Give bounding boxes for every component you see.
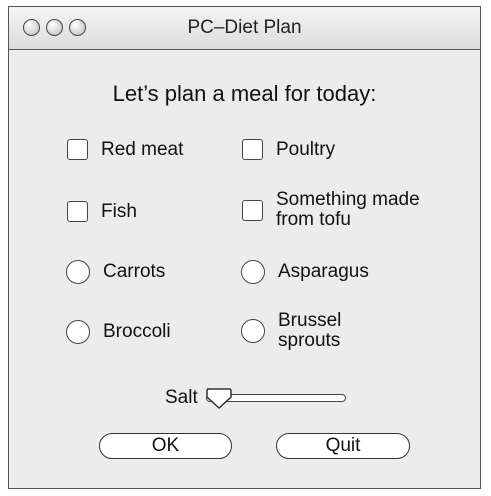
checkbox-fish[interactable]: Fish bbox=[67, 201, 137, 222]
radio-icon[interactable] bbox=[241, 260, 265, 284]
window-title: PC–Diet Plan bbox=[187, 17, 302, 38]
checkbox-icon[interactable] bbox=[67, 139, 88, 160]
salt-slider-thumb[interactable] bbox=[204, 387, 234, 411]
checkbox-icon[interactable] bbox=[242, 199, 263, 221]
radio-asparagus-label: Asparagus bbox=[278, 261, 369, 282]
checkbox-tofu[interactable]: Something made from tofu bbox=[242, 190, 456, 230]
radio-broccoli-label: Broccoli bbox=[103, 321, 171, 342]
checkbox-poultry[interactable]: Poultry bbox=[242, 139, 335, 160]
title-bar[interactable]: PC–Diet Plan bbox=[9, 7, 480, 50]
checkbox-icon[interactable] bbox=[67, 201, 88, 222]
page-heading: Let’s plan a meal for today: bbox=[112, 81, 377, 106]
checkbox-poultry-label: Poultry bbox=[276, 138, 336, 160]
radio-icon[interactable] bbox=[241, 319, 265, 343]
checkbox-red-meat-label: Red meat bbox=[101, 138, 184, 160]
checkbox-fish-label: Fish bbox=[101, 200, 137, 222]
salt-control: Salt bbox=[165, 387, 346, 411]
radio-icon[interactable] bbox=[66, 320, 90, 344]
quit-button[interactable]: Quit bbox=[276, 433, 410, 459]
radio-icon[interactable] bbox=[66, 260, 90, 284]
radio-carrots[interactable]: Carrots bbox=[66, 260, 165, 284]
ok-button[interactable]: OK bbox=[99, 433, 232, 459]
salt-slider[interactable] bbox=[204, 387, 346, 411]
radio-carrots-label: Carrots bbox=[103, 261, 166, 282]
checkbox-tofu-label: Something made from tofu bbox=[276, 189, 420, 230]
checkbox-icon[interactable] bbox=[242, 139, 263, 160]
salt-label: Salt bbox=[165, 387, 198, 408]
radio-brussel-sprouts[interactable]: Brussel sprouts bbox=[241, 311, 341, 351]
diet-plan-window: PC–Diet Plan Let’s plan a meal for today… bbox=[8, 6, 481, 489]
checkbox-red-meat[interactable]: Red meat bbox=[67, 139, 183, 160]
radio-asparagus[interactable]: Asparagus bbox=[241, 260, 369, 284]
radio-brussel-sprouts-label: Brussel sprouts bbox=[278, 310, 342, 351]
radio-broccoli[interactable]: Broccoli bbox=[66, 320, 171, 344]
